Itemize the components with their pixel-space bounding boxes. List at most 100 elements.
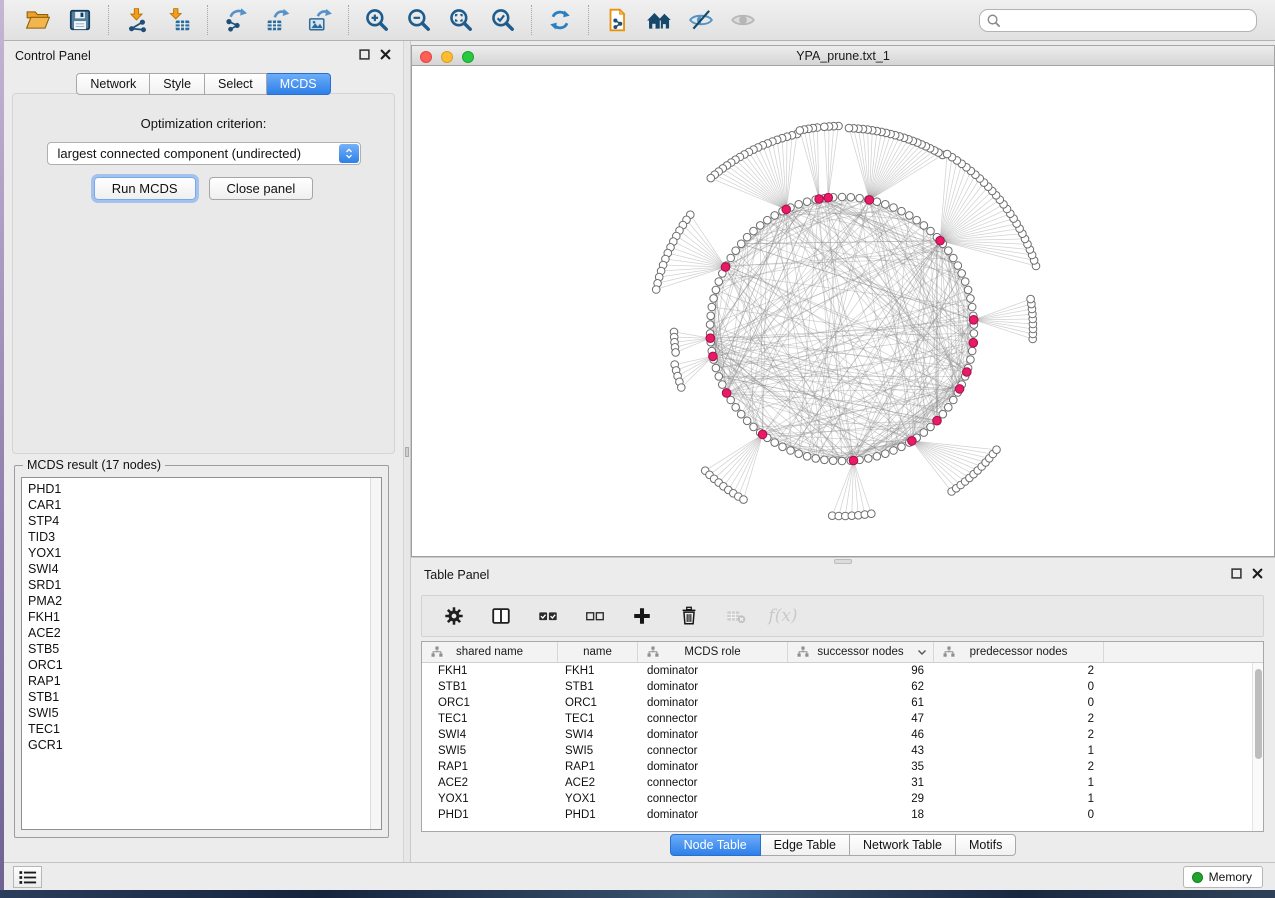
- mcds-result-item[interactable]: GCR1: [28, 737, 369, 753]
- first-neighbors-icon[interactable]: [644, 5, 674, 35]
- mcds-result-item[interactable]: SRD1: [28, 577, 369, 593]
- mcds-result-item[interactable]: ACE2: [28, 625, 369, 641]
- vertical-splitter[interactable]: [403, 41, 411, 862]
- mcds-result-item[interactable]: FKH1: [28, 609, 369, 625]
- tab-motifs[interactable]: Motifs: [956, 834, 1016, 856]
- export-image-icon[interactable]: [305, 5, 335, 35]
- criterion-value: largest connected component (undirected): [58, 146, 302, 161]
- table-row[interactable]: RAP1RAP1dominator352: [422, 759, 1263, 775]
- table-row[interactable]: YOX1YOX1connector291: [422, 791, 1263, 807]
- tab-network[interactable]: Network: [76, 73, 150, 95]
- save-session-icon[interactable]: [65, 5, 95, 35]
- network-from-selection-icon[interactable]: [602, 5, 632, 35]
- network-window-titlebar[interactable]: YPA_prune.txt_1: [411, 45, 1275, 66]
- table-row[interactable]: PHD1PHD1dominator180: [422, 807, 1263, 823]
- column-header-MCDS-role[interactable]: MCDS role: [638, 642, 788, 662]
- mcds-result-item[interactable]: TID3: [28, 529, 369, 545]
- column-header-predecessor-nodes[interactable]: predecessor nodes: [934, 642, 1104, 662]
- mcds-list-scrollbar[interactable]: [370, 478, 381, 829]
- open-file-icon[interactable]: [23, 5, 53, 35]
- maximize-window-icon[interactable]: [462, 51, 474, 63]
- mcds-result-item[interactable]: PMA2: [28, 593, 369, 609]
- mcds-result-item[interactable]: SWI4: [28, 561, 369, 577]
- cell-MCDS-role: dominator: [638, 729, 788, 741]
- close-window-icon[interactable]: [420, 51, 432, 63]
- mcds-result-list[interactable]: PHD1CAR1STP4TID3YOX1SWI4SRD1PMA2FKH1ACE2…: [21, 477, 382, 830]
- mcds-result-item[interactable]: YOX1: [28, 545, 369, 561]
- search-input[interactable]: [979, 9, 1257, 32]
- column-header-name[interactable]: name: [558, 642, 638, 662]
- table-row[interactable]: SWI4SWI4dominator462: [422, 727, 1263, 743]
- export-table-icon[interactable]: [263, 5, 293, 35]
- mcds-result-item[interactable]: ORC1: [28, 657, 369, 673]
- cell-name: ACE2: [558, 777, 638, 789]
- network-edges: [656, 126, 1036, 516]
- mcds-result-item[interactable]: RAP1: [28, 673, 369, 689]
- network-canvas[interactable]: [411, 66, 1275, 557]
- horizontal-splitter-handle[interactable]: [834, 559, 852, 564]
- zoom-selected-icon[interactable]: [488, 5, 518, 35]
- table-scrollbar-thumb[interactable]: [1255, 669, 1262, 759]
- cell-MCDS-role: connector: [638, 777, 788, 789]
- table-settings-icon[interactable]: [439, 601, 469, 631]
- cell-successor-nodes: 18: [788, 809, 934, 821]
- close-panel-button[interactable]: Close panel: [209, 177, 314, 200]
- cell-predecessor-nodes: 1: [934, 777, 1104, 789]
- cell-successor-nodes: 46: [788, 729, 934, 741]
- zoom-out-icon[interactable]: [404, 5, 434, 35]
- tab-edge-table[interactable]: Edge Table: [761, 834, 850, 856]
- table-row[interactable]: ORC1ORC1dominator610: [422, 695, 1263, 711]
- task-history-button[interactable]: [13, 866, 42, 888]
- close-table-panel-icon[interactable]: [1252, 568, 1263, 579]
- table-scrollbar[interactable]: [1252, 663, 1263, 831]
- export-network-icon[interactable]: [221, 5, 251, 35]
- table-row[interactable]: STB1STB1dominator620: [422, 679, 1263, 695]
- cell-MCDS-role: dominator: [638, 761, 788, 773]
- cell-shared-name: TEC1: [422, 713, 558, 725]
- tab-network-table[interactable]: Network Table: [850, 834, 956, 856]
- import-table-icon[interactable]: [164, 5, 194, 35]
- float-panel-icon[interactable]: [359, 49, 370, 60]
- tab-select[interactable]: Select: [205, 73, 267, 95]
- table-row[interactable]: FKH1FKH1dominator962: [422, 663, 1263, 679]
- optimization-criterion-select[interactable]: largest connected component (undirected): [47, 142, 361, 165]
- table-row[interactable]: TEC1TEC1connector472: [422, 711, 1263, 727]
- show-columns-icon[interactable]: [486, 601, 516, 631]
- mcds-tab-content: Optimization criterion: largest connecte…: [12, 93, 395, 454]
- tab-mcds[interactable]: MCDS: [267, 73, 331, 95]
- import-network-icon[interactable]: [122, 5, 152, 35]
- mcds-result-item[interactable]: STB1: [28, 689, 369, 705]
- mcds-result-item[interactable]: TEC1: [28, 721, 369, 737]
- cell-shared-name: SWI5: [422, 745, 558, 757]
- column-header-successor-nodes[interactable]: successor nodes: [788, 642, 934, 662]
- splitter-handle[interactable]: [405, 447, 409, 457]
- table-row[interactable]: SWI5SWI5connector431: [422, 743, 1263, 759]
- memory-button[interactable]: Memory: [1183, 866, 1263, 888]
- create-column-icon[interactable]: [627, 601, 657, 631]
- unselect-all-columns-icon[interactable]: [580, 601, 610, 631]
- table-row[interactable]: ACE2ACE2connector311: [422, 775, 1263, 791]
- cell-successor-nodes: 31: [788, 777, 934, 789]
- mcds-result-item[interactable]: PHD1: [28, 481, 369, 497]
- delete-columns-icon[interactable]: [674, 601, 704, 631]
- hide-selected-icon[interactable]: [686, 5, 716, 35]
- apply-layout-icon[interactable]: [545, 5, 575, 35]
- tab-node-table[interactable]: Node Table: [670, 834, 761, 856]
- mcds-result-item[interactable]: STB5: [28, 641, 369, 657]
- mcds-result-item[interactable]: SWI5: [28, 705, 369, 721]
- search-icon: [986, 13, 1001, 28]
- float-table-panel-icon[interactable]: [1231, 568, 1242, 579]
- select-all-columns-icon[interactable]: [533, 601, 563, 631]
- mcds-result-item[interactable]: CAR1: [28, 497, 369, 513]
- status-bar: Memory: [4, 862, 1275, 890]
- zoom-in-icon[interactable]: [362, 5, 392, 35]
- cell-name: SWI5: [558, 745, 638, 757]
- minimize-window-icon[interactable]: [441, 51, 453, 63]
- mcds-result-item[interactable]: STP4: [28, 513, 369, 529]
- tab-style[interactable]: Style: [150, 73, 205, 95]
- column-header-shared-name[interactable]: shared name: [422, 642, 558, 662]
- cell-MCDS-role: dominator: [638, 681, 788, 693]
- zoom-fit-icon[interactable]: [446, 5, 476, 35]
- close-panel-icon[interactable]: [380, 49, 391, 60]
- run-mcds-button[interactable]: Run MCDS: [94, 177, 196, 200]
